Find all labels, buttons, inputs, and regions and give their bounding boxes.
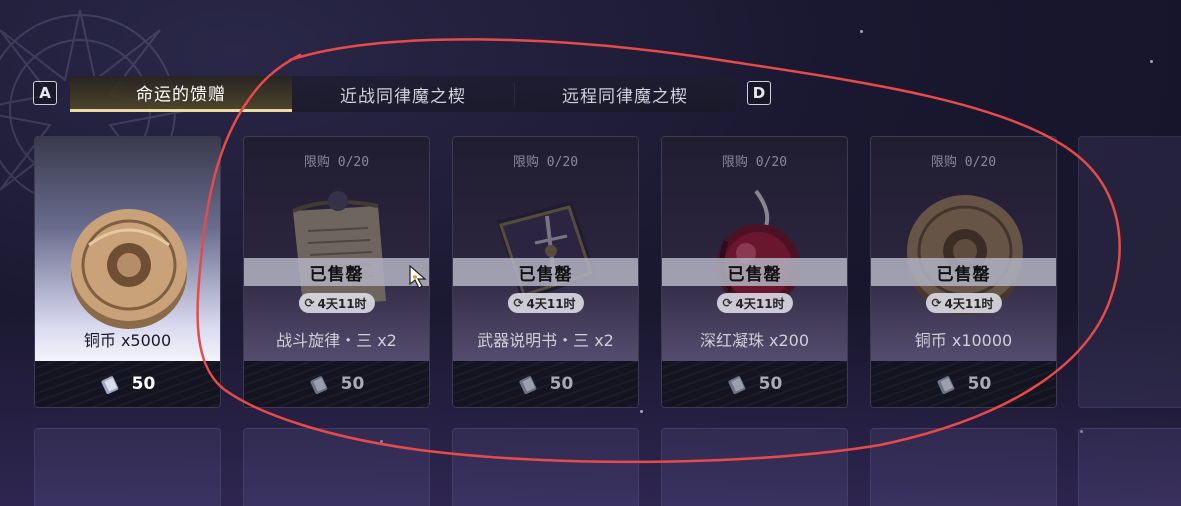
ticket-currency-icon: [937, 376, 954, 394]
shop-item-card-next-row[interactable]: [243, 428, 430, 506]
shop-item-card-next-row[interactable]: [34, 428, 221, 506]
sold-out-label: 已售罄: [871, 258, 1056, 286]
background-star: [1150, 60, 1153, 63]
item-name: 铜币 x5000: [83, 331, 172, 350]
shop-tab-bar: A 命运的馈赠 近战同律魔之楔 远程同律魔之楔 D: [30, 76, 776, 116]
tab-melee-demon-wedge[interactable]: 近战同律魔之楔: [292, 76, 514, 112]
restock-timer: ⟳ 4天11时: [925, 293, 1002, 313]
card-price-bar: 50: [244, 361, 429, 407]
shop-item-card-next-row[interactable]: [870, 428, 1057, 506]
restock-timer: ⟳ 4天11时: [298, 293, 375, 313]
card-price-bar: 50: [871, 361, 1056, 407]
restock-timer-text: 4天11时: [317, 296, 367, 311]
tab-ranged-demon-wedge[interactable]: 远程同律魔之楔: [514, 76, 736, 112]
shop-item-card-partial[interactable]: [1078, 136, 1181, 408]
shop-item-card-next-row[interactable]: [661, 428, 848, 506]
card-artwork-area: 限购 0/20 已售罄 ⟳ 4天11时 武器说明书・三 x2: [453, 137, 638, 363]
item-price: 50: [758, 374, 783, 394]
sold-out-label: 已售罄: [453, 258, 638, 286]
restock-timer-text: 4天11时: [944, 296, 994, 311]
item-price: 50: [131, 374, 156, 394]
shop-item-card[interactable]: 铜币 x5000 50: [34, 136, 221, 408]
item-name: 深红凝珠 x200: [699, 331, 810, 350]
restock-timer-text: 4天11时: [735, 296, 785, 311]
card-price-bar: 50: [453, 361, 638, 407]
restock-timer-text: 4天11时: [526, 296, 576, 311]
sold-out-label: 已售罄: [662, 258, 847, 286]
purchase-limit: 限购 0/20: [303, 155, 370, 170]
ticket-currency-icon: [310, 376, 327, 394]
card-artwork-area: 限购 0/20 已售罄 ⟳ 4天11时 铜币 x10000: [871, 137, 1056, 363]
card-artwork-area: 限购 0/20 已售罄 ⟳ 4天11时 深红凝珠 x200: [662, 137, 847, 363]
shop-item-card-next-row[interactable]: [1078, 428, 1181, 506]
mouse-cursor-icon: [409, 264, 427, 289]
refresh-icon: ⟳: [513, 296, 524, 310]
card-artwork-area: 铜币 x5000: [35, 137, 220, 363]
background-star: [860, 30, 863, 33]
item-price: 50: [340, 374, 365, 394]
sold-out-label: 已售罄: [244, 258, 429, 286]
refresh-icon: ⟳: [931, 296, 942, 310]
shop-item-card[interactable]: 限购 0/20 已售罄 ⟳ 4天11时 深红凝珠 x200 50: [661, 136, 848, 408]
restock-timer: ⟳ 4天11时: [507, 293, 584, 313]
key-hint-a[interactable]: A: [33, 81, 57, 105]
key-hint-d[interactable]: D: [747, 81, 771, 105]
refresh-icon: ⟳: [722, 296, 733, 310]
ticket-currency-icon: [101, 376, 118, 394]
item-name: 铜币 x10000: [914, 331, 1013, 350]
shop-item-card-next-row[interactable]: [452, 428, 639, 506]
card-price-bar: 50: [662, 361, 847, 407]
shop-item-card[interactable]: 限购 0/20 已售罄 ⟳ 4天11时 武器说明书・三 x2 50: [452, 136, 639, 408]
item-name: 战斗旋律・三 x2: [276, 331, 397, 350]
card-price-bar: 50: [35, 361, 220, 407]
card-artwork-area: 限购 0/20 已售罄 ⟳ 4天11时 战斗旋律・三 x2: [244, 137, 429, 363]
item-name: 武器说明书・三 x2: [477, 331, 614, 350]
background-star: [640, 410, 643, 413]
refresh-icon: ⟳: [304, 296, 315, 310]
purchase-limit: 限购 0/20: [512, 155, 579, 170]
restock-timer: ⟳ 4天11时: [716, 293, 793, 313]
ticket-currency-icon: [519, 376, 536, 394]
shop-item-card[interactable]: 限购 0/20 已售罄 ⟳ 4天11时 战斗旋律・三 x2 50: [243, 136, 430, 408]
item-price: 50: [549, 374, 574, 394]
tab-fate-gift[interactable]: 命运的馈赠: [70, 76, 292, 112]
purchase-limit: 限购 0/20: [721, 155, 788, 170]
item-price: 50: [967, 374, 992, 394]
shop-item-card[interactable]: 限购 0/20 已售罄 ⟳ 4天11时 铜币 x10000 50: [870, 136, 1057, 408]
purchase-limit: 限购 0/20: [930, 155, 997, 170]
ticket-currency-icon: [728, 376, 745, 394]
coin-icon: [71, 209, 187, 329]
